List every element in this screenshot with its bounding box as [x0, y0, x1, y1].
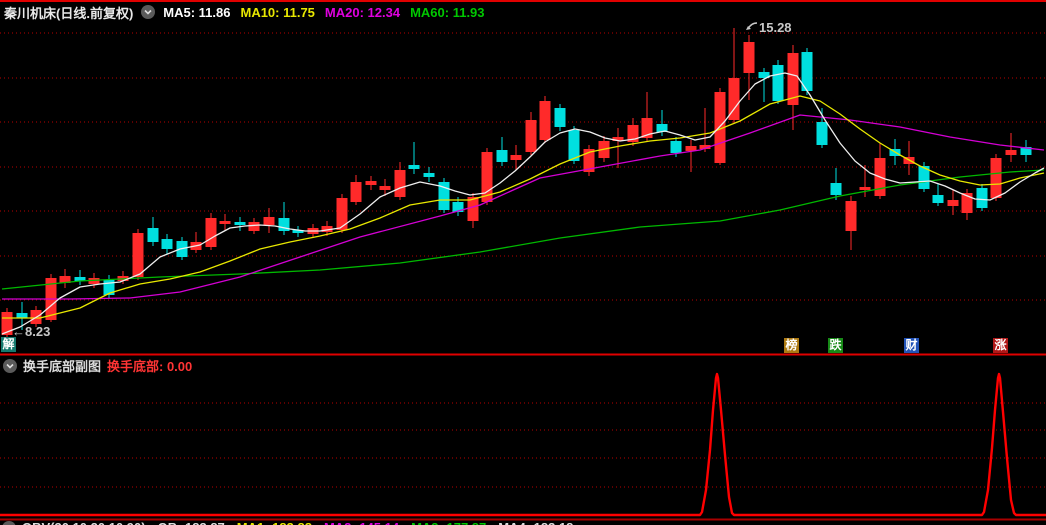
sub-indicator-title: 换手底部副图 [23, 359, 102, 374]
candle-body [947, 200, 959, 206]
candle-body [990, 158, 1002, 198]
candle-body [1005, 150, 1017, 155]
candle-body [845, 201, 857, 231]
candle-body [859, 187, 871, 190]
hot-link-badge[interactable]: 财 [904, 338, 919, 353]
turnover-bottom-spike-line [0, 372, 1046, 517]
candle-body [263, 217, 275, 225]
candle-body [423, 173, 435, 177]
obv-value-label: MA2: 145.14 [324, 520, 399, 525]
candle-body [510, 155, 522, 160]
hot-link-badge[interactable]: 榜 [784, 338, 799, 353]
obv-values: OBV(30,10,20,10,90) OB: 183.87 MA1: 183.88… [22, 520, 585, 525]
candle-body [379, 186, 391, 190]
chevron-down-icon[interactable] [3, 358, 17, 373]
peak-price-annotation: 15.28 [745, 20, 792, 35]
obv-status-row-clipped: OBV(30,10,20,10,90) OB: 183.87 MA1: 183.88… [2, 520, 585, 525]
candle-body [554, 108, 566, 127]
obv-value-label: OBV(30,10,20,10,90) [22, 520, 146, 525]
trading-app-window: 秦川机床(日线.前复权) MA5: 11.86 MA10: 11.75 MA20: … [0, 0, 1046, 525]
stock-title: 秦川机床(日线.前复权) [4, 5, 134, 21]
chevron-down-icon[interactable] [2, 520, 16, 525]
ma10-line [2, 95, 1045, 319]
ma20-line [2, 114, 1045, 300]
peak-arrow-icon [746, 22, 758, 30]
low-price-annotation: ←8.23 [12, 324, 51, 339]
candle-body [161, 239, 173, 249]
main-chart-header: 秦川机床(日线.前复权) MA5: 11.86 MA10: 11.75 MA20: … [4, 3, 495, 21]
candle-body [772, 65, 784, 101]
candle-body [147, 228, 159, 242]
candle-body [365, 181, 377, 185]
candle-body [132, 233, 144, 277]
chevron-down-icon[interactable] [141, 5, 156, 19]
sub-indicator-value: 换手底部: 0.00 [107, 359, 193, 374]
candle-body [350, 182, 362, 202]
candle-body [932, 195, 944, 203]
sub-chart-header: 换手底部副图 换手底部: 0.00 [3, 356, 192, 375]
candle-body [743, 42, 755, 73]
candle-body [408, 165, 420, 169]
hot-link-badge[interactable]: 解 [1, 337, 16, 352]
ma-legend: MA5: 11.86 MA10: 11.75 MA20: 12.34 MA60: 11… [163, 5, 494, 20]
candle-body [670, 141, 682, 153]
obv-value-label: MA1: 183.88 [237, 520, 312, 525]
ma-label: MA60: 11.93 [410, 4, 485, 20]
candle-body [496, 150, 508, 162]
candle-body [830, 183, 842, 195]
hot-link-badge[interactable]: 涨 [993, 338, 1008, 353]
candle-body [539, 101, 551, 140]
ma-label: MA10: 11.75 [240, 4, 315, 20]
ma-label: MA20: 12.34 [324, 4, 401, 20]
candle-body [234, 222, 246, 225]
candle-body [525, 120, 537, 152]
obv-value-label: MA3: 177.87 [411, 520, 486, 525]
candle-body [219, 221, 231, 224]
candle-body [16, 313, 28, 318]
ma-label: MA5: 11.86 [163, 4, 231, 20]
candle-body [336, 198, 348, 230]
hot-link-badge[interactable]: 跌 [828, 338, 843, 353]
candle-body [394, 170, 406, 197]
candle-body [816, 122, 828, 145]
candle-body [976, 188, 988, 208]
obv-value-label: OB: 183.87 [158, 520, 225, 525]
candle-body [205, 218, 217, 247]
obv-value-label: MA4: 183.18 [498, 520, 573, 525]
candle-body [248, 222, 260, 231]
kline-chart-canvas[interactable] [0, 0, 1046, 525]
